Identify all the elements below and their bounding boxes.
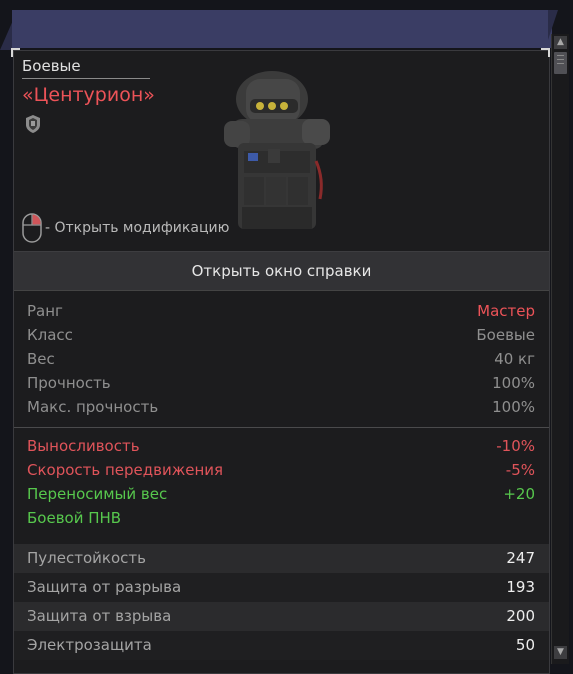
modifier-label: Боевой ПНВ	[27, 509, 122, 527]
stat-value: Мастер	[477, 302, 535, 320]
item-stats: Ранг Мастер Класс Боевые Вес 40 кг Прочн…	[14, 299, 549, 530]
stat-label: Прочность	[27, 374, 111, 392]
stat-row-weight: Вес 40 кг	[14, 347, 549, 371]
stat-row-max-durability: Макс. прочность 100%	[14, 395, 549, 419]
corner-bracket-left	[11, 48, 20, 57]
stat-row-rank: Ранг Мастер	[14, 299, 549, 323]
stat-row-class: Класс Боевые	[14, 323, 549, 347]
protection-value: 247	[506, 549, 535, 567]
protection-label: Защита от взрыва	[27, 607, 172, 625]
arrow-down-icon[interactable]: ▼	[554, 646, 567, 659]
item-info-panel: Боевые «Центурион» - Открыть модификацию…	[13, 50, 550, 674]
item-modifiers: Выносливость -10% Скорость передвижения …	[14, 428, 549, 530]
stat-value: 100%	[492, 374, 535, 392]
protection-row-bullet: Пулестойкость 247	[14, 544, 549, 573]
protection-value: 50	[515, 636, 535, 654]
stat-label: Класс	[27, 326, 73, 344]
modifier-value: -5%	[505, 461, 535, 479]
stat-value: Боевые	[476, 326, 535, 344]
stat-value: 40 кг	[494, 350, 535, 368]
stat-label: Вес	[27, 350, 55, 368]
modifier-row-stamina: Выносливость -10%	[14, 434, 549, 458]
arrow-up-icon[interactable]: ▲	[554, 36, 567, 49]
scrollbar-thumb[interactable]	[554, 52, 567, 74]
item-category: Боевые	[22, 57, 150, 79]
modifier-value: +20	[503, 485, 535, 503]
protection-label: Электрозащита	[27, 636, 152, 654]
stat-row-durability: Прочность 100%	[14, 371, 549, 395]
modifier-row-carry-weight: Переносимый вес +20	[14, 482, 549, 506]
protection-row-rupture: Защита от разрыва 193	[14, 573, 549, 602]
corner-bracket-right	[541, 48, 550, 57]
modifier-value: -10%	[496, 437, 535, 455]
protection-value: 200	[506, 607, 535, 625]
item-tooltip-window: Боевые «Центурион» - Открыть модификацию…	[0, 0, 573, 674]
open-modification-hint: - Открыть модификацию	[22, 213, 229, 243]
protection-value: 193	[506, 578, 535, 596]
modifier-label: Переносимый вес	[27, 485, 168, 503]
modifier-row-night-vision: Боевой ПНВ	[14, 506, 549, 530]
protection-label: Пулестойкость	[27, 549, 146, 567]
tooltip-top-bar	[12, 10, 552, 48]
protection-row-explosion: Защита от взрыва 200	[14, 602, 549, 631]
protection-stats: Пулестойкость 247 Защита от разрыва 193 …	[14, 544, 549, 660]
modifier-label: Скорость передвижения	[27, 461, 224, 479]
stat-value: 100%	[492, 398, 535, 416]
modifier-label: Выносливость	[27, 437, 140, 455]
open-help-button[interactable]: Открыть окно справки	[14, 251, 549, 291]
vertical-scrollbar[interactable]: ▲ ▼	[551, 34, 569, 664]
top-bar-edge-left	[0, 10, 14, 50]
open-modification-label: - Открыть модификацию	[45, 220, 230, 236]
mouse-right-click-icon	[22, 213, 42, 243]
item-name: «Центурион»	[22, 84, 155, 106]
shield-icon	[26, 115, 40, 133]
modifier-row-speed: Скорость передвижения -5%	[14, 458, 549, 482]
item-header: Боевые «Центурион» - Открыть модификацию	[14, 51, 549, 251]
protection-label: Защита от разрыва	[27, 578, 182, 596]
protection-row-electric: Электрозащита 50	[14, 631, 549, 660]
stat-label: Макс. прочность	[27, 398, 159, 416]
stat-label: Ранг	[27, 302, 63, 320]
armor-suit-image	[224, 71, 330, 229]
